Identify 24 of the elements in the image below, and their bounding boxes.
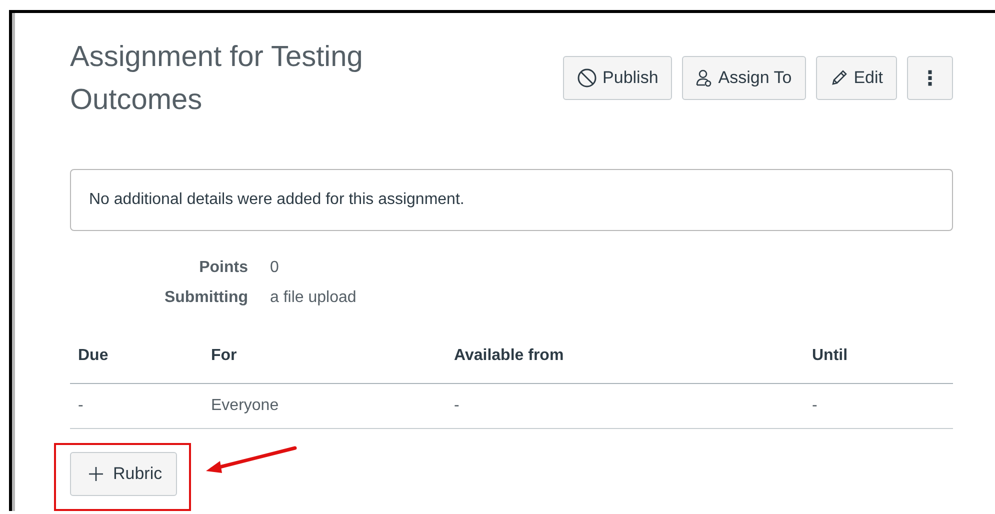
prohibited-icon xyxy=(576,68,597,88)
column-header: Due xyxy=(78,347,110,365)
description-text: No additional details were added for this assignment. xyxy=(89,191,464,209)
plus-icon xyxy=(89,467,103,481)
column-header: Until xyxy=(812,347,849,365)
table-cell-text: Everyone xyxy=(211,397,280,415)
more-options-button[interactable]: ⋮ xyxy=(907,56,953,100)
detail-label: Submitting xyxy=(163,289,248,307)
detail-value: 0 xyxy=(270,259,280,277)
edit-button[interactable]: Edit xyxy=(816,56,897,100)
table-cell-text: - xyxy=(454,397,460,415)
table-cell-text: - xyxy=(812,397,818,415)
person-icon xyxy=(696,69,712,87)
detail-label: Points xyxy=(198,259,248,277)
column-header: Available from xyxy=(454,347,565,365)
pencil-icon xyxy=(830,69,848,87)
detail-value: a file upload xyxy=(270,289,358,307)
add-rubric-button[interactable]: Rubric xyxy=(70,452,178,496)
assignment-title: Assignment for Testing Outcomes xyxy=(70,40,364,118)
column-header: For xyxy=(211,347,238,365)
publish-button[interactable]: Publish xyxy=(562,56,672,100)
description-box[interactable]: No additional details were added for this assignment. xyxy=(70,169,953,231)
assign-button[interactable]: Assign To xyxy=(682,56,806,100)
table-cell-text: - xyxy=(78,397,84,415)
